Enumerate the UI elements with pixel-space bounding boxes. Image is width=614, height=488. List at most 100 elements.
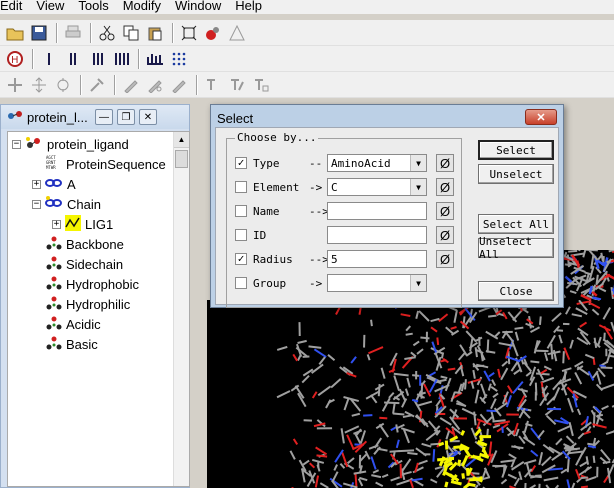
toolbar-separator [196, 74, 198, 95]
bond-stick [530, 465, 537, 473]
bond-stick [406, 377, 411, 388]
choose-by-group: Choose by... ✓ Type -- AminoAcid ▼ Ø Ele… [226, 131, 462, 308]
group-select[interactable]: ▼ [327, 274, 427, 292]
close-button[interactable]: Close [478, 281, 554, 301]
expand-toggle[interactable]: + [52, 219, 61, 229]
unselect-button[interactable]: Unselect [478, 164, 554, 184]
text-type-icon[interactable] [202, 74, 224, 96]
translate-icon[interactable] [28, 74, 50, 96]
pencil-icon[interactable] [120, 74, 142, 96]
tool-icon[interactable] [86, 74, 108, 96]
dialog-close-button[interactable]: ✕ [525, 109, 557, 125]
type-select[interactable]: AminoAcid ▼ [327, 154, 427, 172]
pencil-bond-icon[interactable] [168, 74, 190, 96]
menu-view[interactable]: View [34, 0, 66, 12]
save-icon[interactable] [28, 22, 50, 44]
bond-stick [346, 434, 355, 450]
menu-modify[interactable]: Modify [121, 0, 163, 12]
menu-tools[interactable]: Tools [76, 0, 110, 12]
menu-help[interactable]: Help [233, 0, 264, 12]
tree-item-hydrophilic[interactable]: Hydrophilic [46, 295, 130, 313]
print-icon[interactable] [62, 22, 84, 44]
tree-item-backbone[interactable]: Backbone [46, 235, 124, 253]
bond-stick [357, 478, 364, 487]
menu-window[interactable]: Window [173, 0, 223, 12]
element-checkbox[interactable] [235, 181, 247, 193]
tree-item-chain[interactable]: − Chain [32, 195, 101, 213]
select-button[interactable]: Select [478, 140, 554, 160]
tree-scrollbar[interactable]: ▲ [173, 132, 189, 486]
tree-item-lig1[interactable]: + LIG1 [52, 214, 113, 233]
text-style-icon[interactable] [226, 74, 248, 96]
radius-null-button[interactable]: Ø [436, 250, 454, 268]
stop-icon[interactable]: H [4, 48, 26, 70]
scroll-up-icon[interactable]: ▲ [174, 132, 189, 148]
molecule-color-icon[interactable] [202, 22, 224, 44]
molecule-viewer[interactable] [207, 300, 614, 488]
expand-toggle[interactable]: + [32, 179, 41, 189]
type-null-button[interactable]: Ø [436, 154, 454, 172]
menu-edit[interactable]: Edit [0, 0, 24, 12]
tree-root[interactable]: − protein_ligand [12, 135, 129, 153]
cut-icon[interactable] [96, 22, 118, 44]
pencil-atom-icon[interactable] [144, 74, 166, 96]
chevron-down-icon[interactable]: ▼ [410, 155, 426, 171]
id-null-button[interactable]: Ø [436, 226, 454, 244]
dots-icon[interactable] [168, 48, 190, 70]
radius-checkbox[interactable]: ✓ [235, 253, 247, 265]
restore-button[interactable]: ❐ [117, 109, 135, 125]
select-all-button[interactable]: Select All [478, 214, 554, 234]
ligand-stick [460, 429, 466, 436]
text-label-icon[interactable] [250, 74, 272, 96]
tree-item-proteinsequence[interactable]: AGCT GRNT MTWR ProteinSequence [46, 155, 166, 173]
zoom-icon[interactable] [52, 74, 74, 96]
sequence-icon: AGCT GRNT MTWR [46, 155, 62, 174]
tree-item-hydrophobic[interactable]: Hydrophobic [46, 275, 139, 293]
rotate-icon[interactable] [4, 74, 26, 96]
open-folder-icon[interactable] [4, 22, 26, 44]
unselect-all-button[interactable]: Unselect All [478, 235, 554, 261]
fit-view-icon[interactable] [178, 22, 200, 44]
paste-icon[interactable] [144, 22, 166, 44]
panel-close-button[interactable]: ✕ [139, 109, 157, 125]
scroll-thumb[interactable] [175, 150, 188, 168]
element-null-button[interactable]: Ø [436, 178, 454, 196]
type-checkbox[interactable]: ✓ [235, 157, 247, 169]
copy-icon[interactable] [120, 22, 142, 44]
minimize-button[interactable]: — [95, 109, 113, 125]
double-line-icon[interactable] [62, 48, 84, 70]
bond-stick [363, 414, 373, 417]
warning-icon[interactable] [226, 22, 248, 44]
radius-arrow: --> [309, 252, 329, 266]
name-null-button[interactable]: Ø [436, 202, 454, 220]
structure-panel: protein_l... — ❐ ✕ − protein_ligand AGCT… [0, 104, 190, 488]
surface-icon[interactable] [144, 48, 166, 70]
tree-item-acidic[interactable]: Acidic [46, 315, 101, 333]
chevron-down-icon[interactable]: ▼ [410, 179, 426, 195]
id-input[interactable] [327, 226, 427, 244]
group-checkbox[interactable] [235, 277, 247, 289]
bond-stick [474, 389, 480, 404]
tree-item-basic[interactable]: Basic [46, 335, 98, 353]
bond-stick [457, 352, 466, 361]
collapse-toggle[interactable]: − [12, 139, 21, 149]
bond-stick [600, 366, 613, 370]
radius-input[interactable]: 5 [327, 250, 427, 268]
bond-stick [464, 379, 467, 390]
name-checkbox[interactable] [235, 205, 247, 217]
bond-stick [333, 464, 338, 471]
element-select[interactable]: C ▼ [327, 178, 427, 196]
ligand-stick [479, 435, 484, 442]
toolbar-separator [56, 22, 58, 43]
tree-item-sidechain[interactable]: Sidechain [46, 255, 123, 273]
id-checkbox[interactable] [235, 229, 247, 241]
toolbar-edit [0, 72, 614, 98]
collapse-toggle[interactable]: − [32, 199, 41, 209]
tree-item-a[interactable]: + A [32, 175, 76, 193]
single-line-icon[interactable] [38, 48, 60, 70]
chevron-down-icon[interactable]: ▼ [410, 275, 426, 291]
triple-line-icon[interactable] [86, 48, 108, 70]
molecule-viewer-edge[interactable] [560, 250, 614, 300]
name-input[interactable] [327, 202, 427, 220]
quad-line-icon[interactable] [110, 48, 132, 70]
